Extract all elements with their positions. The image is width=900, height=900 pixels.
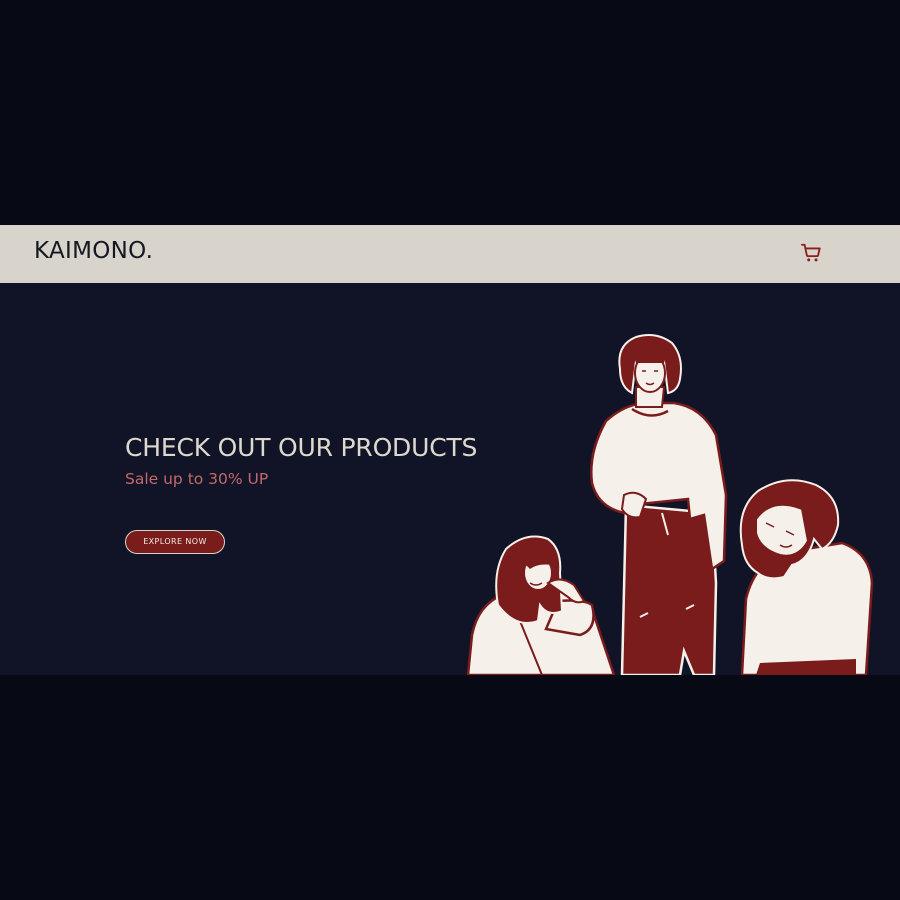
hero-section: CHECK OUT OUR PRODUCTS Sale up to 30% UP… xyxy=(0,283,900,675)
leaning-woman-figure xyxy=(739,479,874,675)
navbar: KAIMONO. xyxy=(0,225,900,283)
brand-logo[interactable]: KAIMONO. xyxy=(34,238,153,264)
shopping-cart-icon[interactable] xyxy=(800,242,822,264)
three-women-illustration xyxy=(466,334,874,675)
sitting-woman-figure xyxy=(466,535,616,675)
standing-woman-figure xyxy=(590,334,728,675)
page-frame: KAIMONO. CHECK OUT OUR PRODUCTS Sale up … xyxy=(0,0,900,900)
